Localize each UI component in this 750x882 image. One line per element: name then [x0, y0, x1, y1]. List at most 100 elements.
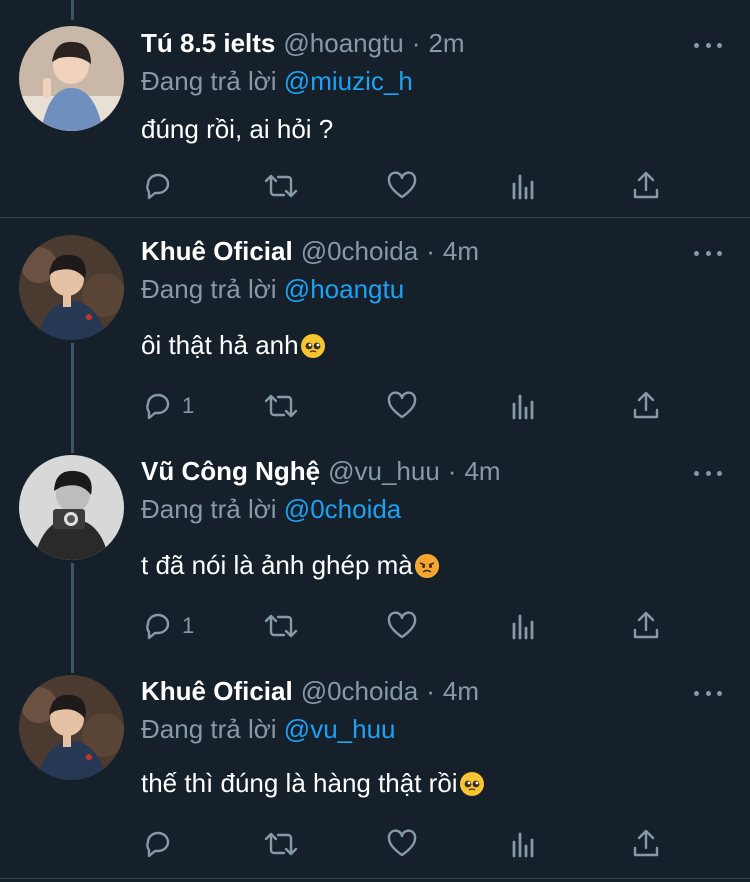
avatar[interactable]	[19, 455, 124, 560]
more-options-icon[interactable]	[694, 688, 722, 698]
retweet-icon	[264, 832, 298, 856]
user-handle[interactable]: @0choida	[301, 236, 418, 267]
like-button[interactable]	[386, 166, 418, 206]
reply-icon	[146, 831, 170, 858]
tweet-header: Khuê Oficial @0choida · 4m	[141, 676, 479, 708]
timestamp[interactable]: 4m	[443, 236, 479, 267]
analytics-icon	[512, 174, 534, 200]
tweet[interactable]: Khuê Oficial @0choida · 4m Đang trả lời …	[0, 658, 750, 882]
action-bar	[0, 166, 750, 206]
user-handle[interactable]: @vu_huu	[328, 456, 440, 487]
tweet-text-content: t đã nói là ảnh ghép mà	[141, 550, 413, 580]
like-button[interactable]	[386, 386, 418, 426]
share-icon	[633, 171, 659, 199]
timestamp[interactable]: 4m	[464, 456, 500, 487]
like-button[interactable]	[386, 824, 418, 864]
more-options-icon[interactable]	[694, 248, 722, 258]
replying-to-label: Đang trả lời	[141, 714, 277, 744]
reply-button[interactable]	[142, 824, 174, 864]
pleading-face-emoji	[459, 771, 484, 796]
retweet-button[interactable]	[262, 166, 300, 206]
analytics-button[interactable]	[510, 606, 538, 646]
mention-link[interactable]: @hoangtu	[284, 274, 404, 304]
heart-icon	[387, 391, 417, 419]
share-icon	[633, 391, 659, 419]
tweet[interactable]: Vũ Công Nghệ @vu_huu · 4m Đang trả lời @…	[0, 438, 750, 658]
timestamp[interactable]: 2m	[428, 28, 464, 59]
tweet-text: thế thì đúng là hàng thật rồi	[141, 768, 484, 799]
share-button[interactable]	[630, 606, 662, 646]
heart-icon	[387, 171, 417, 199]
mention-link[interactable]: @0choida	[284, 494, 401, 524]
tweet-text-content: ôi thật hả anh	[141, 330, 299, 360]
mention-link[interactable]: @vu_huu	[284, 714, 396, 744]
tweet[interactable]: Tú 8.5 ielts @hoangtu · 2m Đang trả lời …	[0, 0, 750, 218]
display-name[interactable]: Vũ Công Nghệ	[141, 456, 320, 487]
like-button[interactable]	[386, 606, 418, 646]
more-options-icon[interactable]	[694, 468, 722, 478]
avatar[interactable]	[19, 235, 124, 340]
tweet-text-content: đúng rồi, ai hỏi ?	[141, 114, 334, 144]
reply-count: 1	[182, 613, 195, 638]
retweet-button[interactable]	[262, 824, 300, 864]
tweet-text-content: thế thì đúng là hàng thật rồi	[141, 768, 458, 798]
retweet-button[interactable]	[262, 386, 300, 426]
user-handle[interactable]: @0choida	[301, 676, 418, 707]
tweet-text: t đã nói là ảnh ghép mà	[141, 550, 439, 581]
mention-link[interactable]: @miuzic_h	[284, 66, 413, 96]
tweet-header: Vũ Công Nghệ @vu_huu · 4m	[141, 456, 501, 488]
tweet-text: đúng rồi, ai hỏi ?	[141, 114, 333, 145]
action-bar: 1	[0, 386, 750, 426]
tweet-header: Khuê Oficial @0choida · 4m	[141, 236, 479, 268]
tweet-header: Tú 8.5 ielts @hoangtu · 2m	[141, 28, 465, 60]
reply-button[interactable]: 1	[142, 606, 194, 646]
analytics-icon	[512, 614, 534, 640]
share-button[interactable]	[630, 824, 662, 864]
heart-icon	[387, 611, 417, 639]
reply-icon	[146, 393, 170, 420]
reply-count: 1	[182, 393, 195, 418]
reply-icon	[146, 613, 170, 640]
separator-dot: ·	[411, 28, 421, 58]
user-handle[interactable]: @hoangtu	[283, 28, 403, 59]
heart-icon	[387, 829, 417, 857]
retweet-button[interactable]	[262, 606, 300, 646]
share-icon	[633, 611, 659, 639]
retweet-icon	[264, 174, 298, 198]
share-button[interactable]	[630, 386, 662, 426]
reply-button[interactable]	[142, 166, 174, 206]
avatar[interactable]	[19, 26, 124, 131]
divider	[0, 878, 750, 879]
display-name[interactable]: Tú 8.5 ielts	[141, 28, 275, 59]
retweet-icon	[264, 394, 298, 418]
more-options-icon[interactable]	[694, 40, 722, 50]
analytics-button[interactable]	[510, 824, 538, 864]
reply-button[interactable]: 1	[142, 386, 194, 426]
action-bar	[0, 824, 750, 864]
replying-to: Đang trả lời @hoangtu	[141, 274, 404, 305]
timestamp[interactable]: 4m	[443, 676, 479, 707]
angry-face-emoji	[414, 553, 439, 578]
replying-to: Đang trả lời @0choida	[141, 494, 401, 525]
share-button[interactable]	[630, 166, 662, 206]
display-name[interactable]: Khuê Oficial	[141, 676, 293, 707]
analytics-button[interactable]	[510, 166, 538, 206]
reply-icon	[146, 173, 170, 200]
tweet[interactable]: Khuê Oficial @0choida · 4m Đang trả lời …	[0, 218, 750, 438]
separator-dot: ·	[426, 676, 435, 706]
display-name[interactable]: Khuê Oficial	[141, 236, 293, 267]
retweet-icon	[264, 614, 298, 638]
tweet-text: ôi thật hả anh	[141, 330, 325, 361]
share-icon	[633, 829, 659, 857]
analytics-icon	[512, 832, 534, 858]
separator-dot: ·	[447, 456, 457, 486]
replying-to-label: Đang trả lời	[141, 66, 277, 96]
replying-to-label: Đang trả lời	[141, 274, 277, 304]
analytics-button[interactable]	[510, 386, 538, 426]
action-bar: 1	[0, 606, 750, 646]
separator-dot: ·	[426, 236, 435, 266]
avatar[interactable]	[19, 675, 124, 780]
analytics-icon	[512, 394, 534, 420]
replying-to: Đang trả lời @vu_huu	[141, 714, 396, 745]
pleading-face-emoji	[300, 333, 325, 358]
